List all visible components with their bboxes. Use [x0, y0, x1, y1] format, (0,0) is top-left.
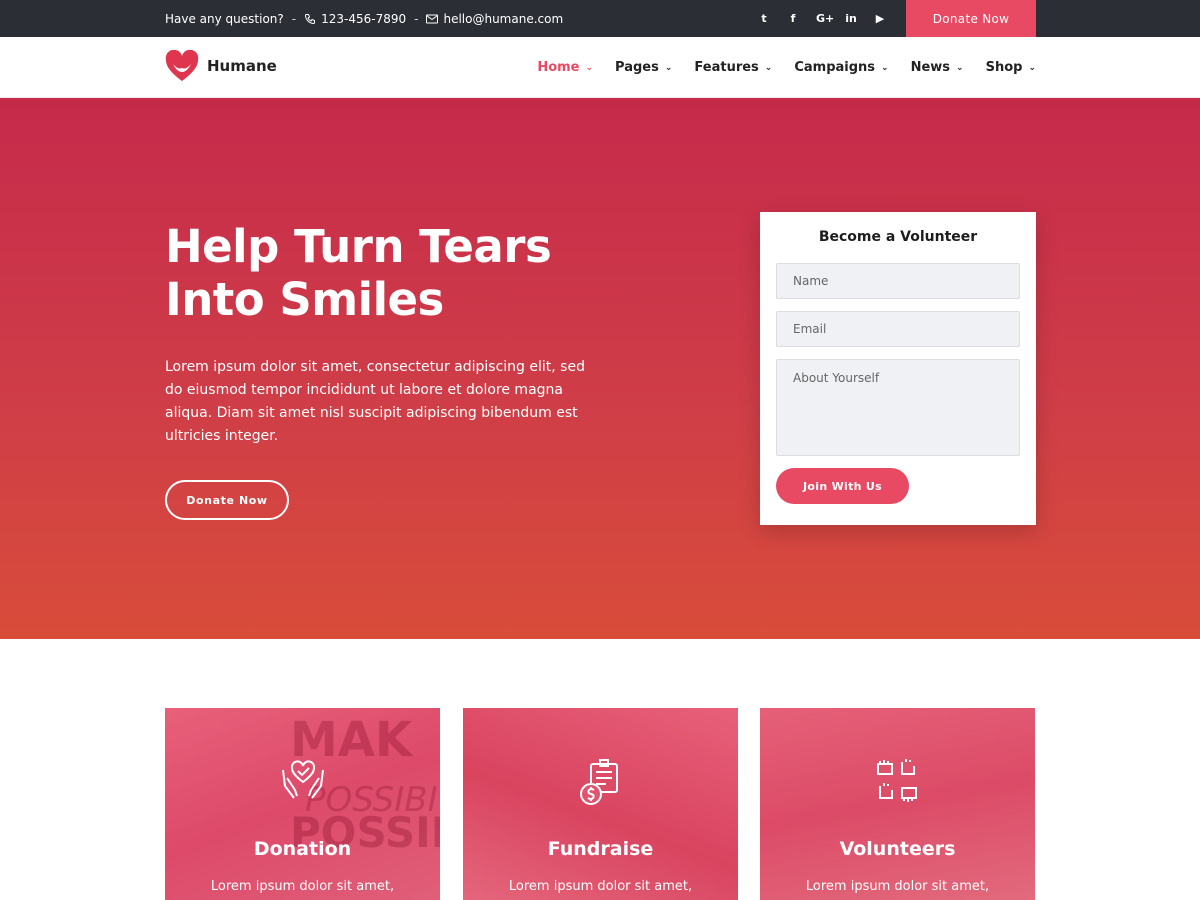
chevron-down-icon: ⌄: [664, 62, 673, 73]
facebook-icon[interactable]: f: [787, 12, 799, 25]
card-fundraise[interactable]: Fundraise Lorem ipsum dolor sit amet,: [463, 708, 738, 900]
question-text: Have any question?: [165, 11, 284, 26]
nav-item-news[interactable]: News ⌄: [911, 60, 964, 75]
nav-item-campaigns[interactable]: Campaigns ⌄: [794, 60, 888, 75]
social-links: t f G+ in ▶: [758, 0, 886, 37]
linkedin-icon[interactable]: in: [845, 12, 857, 25]
volunteer-hands-icon: [877, 759, 917, 802]
nav-item-shop[interactable]: Shop ⌄: [986, 60, 1036, 75]
heart-hands-icon: [282, 760, 324, 799]
email-field[interactable]: Email: [776, 311, 1020, 347]
chevron-down-icon: ⌄: [1028, 62, 1036, 73]
nav-label: News: [910, 60, 951, 75]
main-header: Humane Home ⌄ Pages ⌄ Features ⌄ Campaig…: [0, 37, 1200, 98]
hero-title: Help Turn Tears Into Smiles: [165, 220, 552, 326]
phone-text: 123-456-7890: [321, 11, 407, 26]
heart-logo-icon: [165, 50, 199, 81]
twitter-icon[interactable]: t: [758, 12, 770, 25]
mail-icon: [426, 14, 439, 23]
nav-item-home[interactable]: Home ⌄: [537, 60, 593, 75]
nav-label: Pages: [615, 60, 659, 75]
card-desc: Lorem ipsum dolor sit amet,: [508, 879, 693, 894]
google-plus-icon[interactable]: G+: [816, 12, 834, 25]
hero-lead: Lorem ipsum dolor sit amet, consectetur …: [165, 359, 585, 444]
phone-link[interactable]: 123-456-7890: [304, 12, 406, 26]
chevron-down-icon: ⌄: [956, 62, 964, 73]
card-volunteers[interactable]: Volunteers Lorem ipsum dolor sit amet,: [760, 708, 1035, 900]
join-button[interactable]: Join With Us: [776, 468, 909, 504]
card-desc: Lorem ipsum dolor sit amet,: [805, 879, 990, 894]
fundraise-icon: [580, 759, 618, 805]
name-field[interactable]: Name: [776, 263, 1020, 299]
nav-label: Shop: [985, 60, 1023, 75]
brand-name: Humane: [207, 57, 277, 75]
nav-item-features[interactable]: Features ⌄: [694, 60, 772, 75]
nav-item-pages[interactable]: Pages ⌄: [615, 60, 672, 75]
about-textarea[interactable]: About Yourself: [776, 359, 1020, 456]
card-title: Fundraise: [547, 838, 654, 860]
card-title: Volunteers: [839, 838, 956, 860]
chevron-down-icon: ⌄: [764, 62, 773, 73]
youtube-icon[interactable]: ▶: [874, 12, 886, 25]
top-bar: Have any question? - 123-456-7890 - hell…: [0, 0, 1200, 37]
chevron-down-icon: ⌄: [585, 62, 594, 73]
logo[interactable]: Humane: [165, 50, 277, 82]
nav-label: Home: [537, 60, 580, 75]
card-desc: Lorem ipsum dolor sit amet,: [210, 879, 395, 894]
email-text: hello@humane.com: [443, 11, 564, 26]
card-title: Donation: [253, 838, 352, 860]
card-donation[interactable]: MAK POSSIBI POSSIBI Donation Lorem ipsum…: [165, 708, 440, 900]
chevron-down-icon: ⌄: [881, 62, 889, 73]
main-nav: Home ⌄ Pages ⌄ Features ⌄ Campaigns ⌄ Ne…: [537, 37, 1036, 98]
separator: -: [291, 11, 297, 26]
nav-label: Features: [694, 60, 759, 75]
hero-section: Help Turn Tears Into Smiles Lorem ipsum …: [0, 98, 1200, 639]
volunteer-form-title: Become a Volunteer: [818, 229, 978, 245]
phone-icon: [305, 13, 316, 24]
email-link[interactable]: hello@humane.com: [426, 12, 563, 26]
donate-now-top-button[interactable]: Donate Now: [906, 0, 1036, 37]
nav-label: Campaigns: [794, 60, 876, 75]
hero-donate-button[interactable]: Donate Now: [165, 480, 289, 520]
volunteer-form: Become a Volunteer Name Email About Your…: [760, 212, 1036, 525]
separator: -: [414, 11, 419, 26]
contact-info: Have any question? - 123-456-7890 - hell…: [165, 0, 563, 37]
